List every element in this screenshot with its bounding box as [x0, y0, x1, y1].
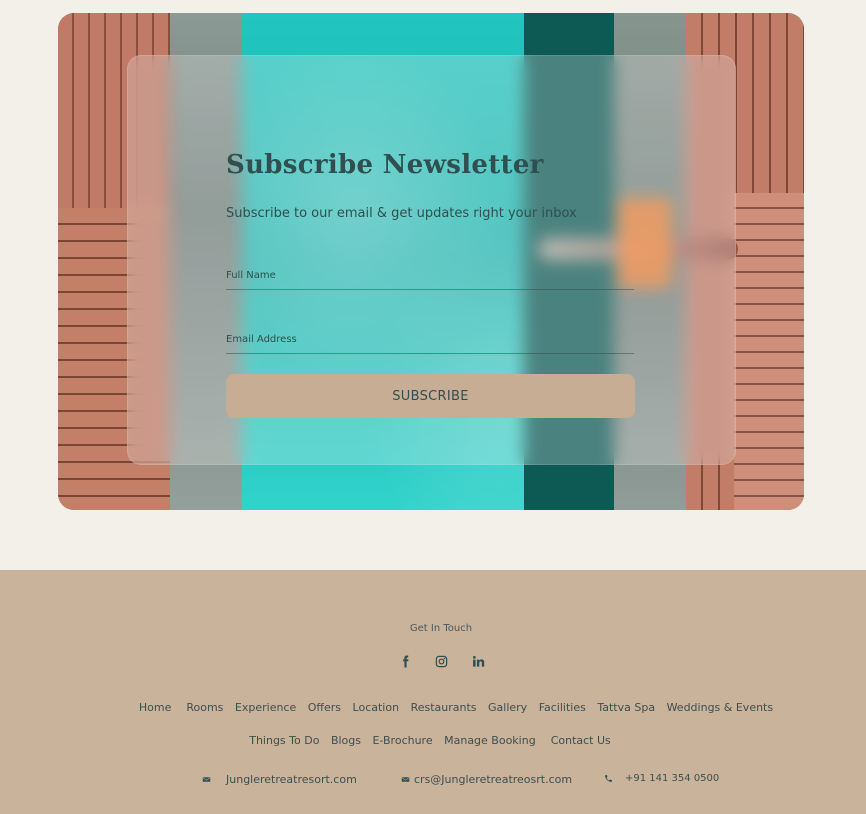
contact-phone: +91 141 354 0500 [604, 773, 719, 784]
contact-email: crs@Jungleretreatreosrt.com [401, 773, 572, 786]
footer-link-blogs[interactable]: Blogs [331, 734, 361, 747]
email-link[interactable]: crs@Jungleretreatreosrt.com [414, 773, 572, 786]
footer-link-things-to-do[interactable]: Things To Do [249, 734, 319, 747]
envelope-icon [202, 777, 211, 782]
phone-icon [605, 775, 612, 782]
email-address-input[interactable] [226, 326, 634, 354]
newsletter-title: Subscribe Newsletter [226, 150, 544, 180]
footer-link-tattva-spa[interactable]: Tattva Spa [597, 701, 655, 714]
footer-link-weddings-events[interactable]: Weddings & Events [667, 701, 774, 714]
contact-website: Jungleretreatresort.com [202, 773, 357, 786]
footer-link-offers[interactable]: Offers [308, 701, 341, 714]
phone-link[interactable]: +91 141 354 0500 [625, 773, 719, 784]
instagram-icon[interactable] [433, 653, 449, 669]
subscribe-button[interactable]: SUBSCRIBE [226, 374, 635, 418]
footer-link-e-brochure[interactable]: E-Brochure [372, 734, 432, 747]
footer-nav-primary: Home Rooms Experience Offers Location Re… [0, 701, 866, 714]
newsletter-subtitle: Subscribe to our email & get updates rig… [226, 206, 577, 221]
footer-link-location[interactable]: Location [353, 701, 400, 714]
footer-link-home[interactable]: Home [139, 701, 171, 714]
footer-link-contact-us[interactable]: Contact Us [551, 734, 611, 747]
get-in-touch-label: Get In Touch [409, 623, 473, 634]
wooden-deck-right-lower [734, 193, 804, 510]
facebook-icon[interactable] [397, 653, 413, 669]
footer-nav-secondary: Things To Do Blogs E-Brochure Manage Boo… [0, 734, 866, 747]
footer-link-manage-booking[interactable]: Manage Booking [444, 734, 536, 747]
footer-link-experience[interactable]: Experience [235, 701, 296, 714]
footer-link-restaurants[interactable]: Restaurants [411, 701, 477, 714]
full-name-input[interactable] [226, 262, 634, 290]
footer-link-gallery[interactable]: Gallery [488, 701, 527, 714]
website-link[interactable]: Jungleretreatresort.com [226, 773, 357, 786]
footer-link-facilities[interactable]: Facilities [539, 701, 586, 714]
envelope-icon [401, 777, 410, 782]
linkedin-icon[interactable] [470, 653, 486, 669]
footer-link-rooms[interactable]: Rooms [186, 701, 223, 714]
